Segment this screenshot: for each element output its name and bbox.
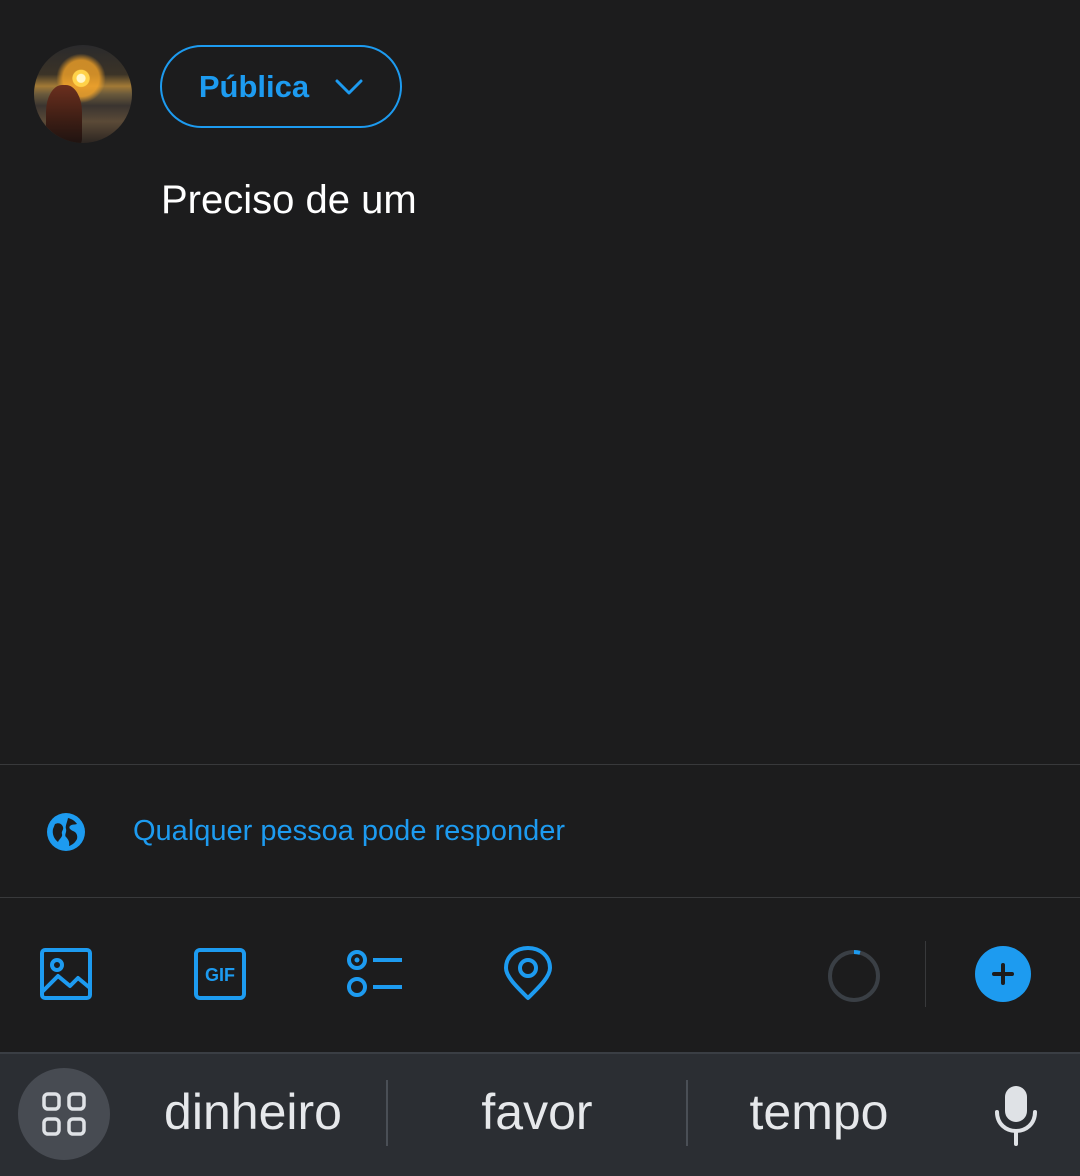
reply-setting-button[interactable]: Qualquer pessoa pode responder [0,765,1080,897]
keyboard-suggestion-bar: dinheiro favor tempo [0,1052,1080,1176]
microphone-icon[interactable] [990,1084,1042,1146]
suggestion-word[interactable]: favor [420,1082,654,1142]
suggestion-separator [386,1080,388,1146]
suggestion-word[interactable]: tempo [706,1082,932,1142]
plus-icon [992,963,1014,985]
audience-label: Pública [198,68,310,104]
add-image-button[interactable] [38,946,94,1002]
suggestion-separator [686,1080,688,1146]
chevron-down-icon [335,79,363,94]
audience-selector-button[interactable]: Pública [160,45,402,128]
grid-icon [42,1092,86,1136]
add-gif-button[interactable]: GIF [192,946,248,1002]
add-poll-button[interactable] [346,946,402,1002]
poll-icon [347,950,402,997]
suggestion-word[interactable]: dinheiro [140,1082,366,1142]
character-count-progress-icon [828,950,880,1002]
compose-text-input[interactable]: Preciso de um [161,176,417,224]
avatar[interactable] [34,45,132,143]
avatar-figure [46,85,82,143]
location-icon [504,946,552,1000]
compose-toolbar: GIF [0,898,1080,1052]
add-thread-button[interactable] [975,946,1031,1002]
reply-setting-label: Qualquer pessoa pode responder [133,815,566,847]
svg-text:GIF: GIF [205,965,235,985]
keyboard-menu-button[interactable] [18,1068,110,1160]
globe-icon [47,813,85,851]
image-icon [40,948,92,1000]
add-location-button[interactable] [500,946,556,1002]
toolbar-separator [925,941,926,1007]
compose-screen: Pública Preciso de um Qualquer pessoa po… [0,0,1080,1176]
gif-icon: GIF [194,948,246,1000]
